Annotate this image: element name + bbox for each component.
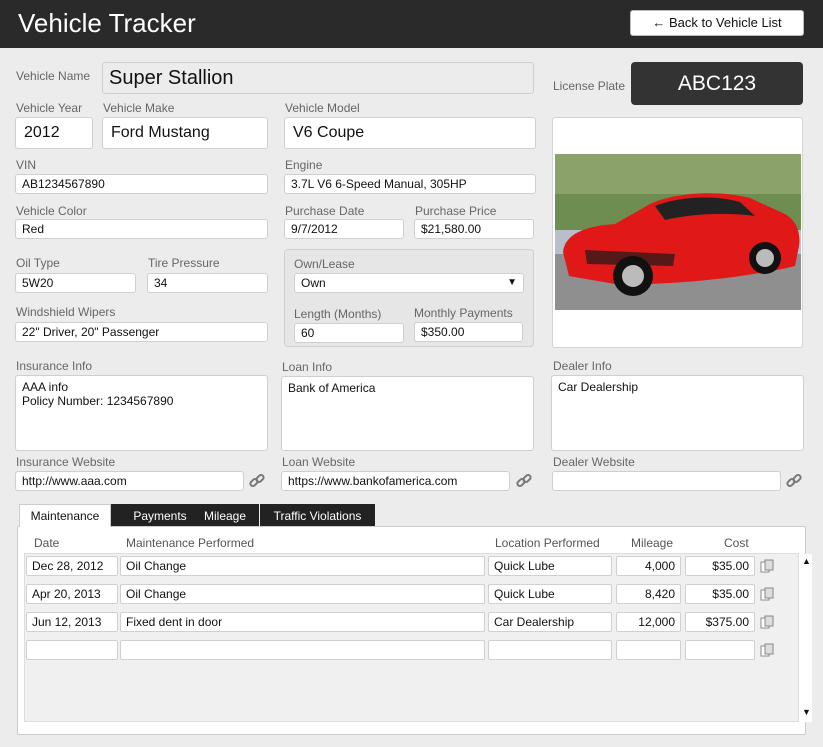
vehicle-make-label: Vehicle Make [103, 101, 175, 115]
vehicle-name-label: Vehicle Name [16, 69, 91, 83]
cell-maintenance[interactable]: Oil Change [120, 584, 485, 604]
cell-maintenance[interactable]: Fixed dent in door [120, 612, 485, 632]
maintenance-grid [24, 553, 799, 722]
cell-date[interactable]: Dec 28, 2012 [26, 556, 118, 576]
vehicle-model-field[interactable]: V6 Coupe [284, 117, 536, 149]
cell-mileage[interactable]: 12,000 [616, 612, 681, 632]
vehicle-photo [555, 154, 801, 310]
loan-info-textarea[interactable]: Bank of America [281, 376, 534, 451]
cell-location[interactable] [488, 640, 612, 660]
lease-length-field[interactable]: 60 [294, 323, 404, 343]
tab-mileage[interactable]: Mileage [191, 504, 259, 526]
cell-cost[interactable]: $35.00 [685, 584, 755, 604]
dealer-info-label: Dealer Info [553, 359, 612, 373]
vehicle-name-field[interactable]: Super Stallion [102, 62, 534, 94]
cell-date[interactable]: Apr 20, 2013 [26, 584, 118, 604]
cell-cost[interactable] [685, 640, 755, 660]
copy-row-icon[interactable] [760, 559, 774, 573]
purchase-date-field[interactable]: 9/7/2012 [284, 219, 404, 239]
vin-label: VIN [16, 158, 37, 172]
oil-type-label: Oil Type [16, 256, 60, 270]
col-header-mileage[interactable]: Mileage [631, 536, 673, 550]
vehicle-photo-frame [552, 117, 803, 348]
cell-maintenance[interactable]: Oil Change [120, 556, 485, 576]
purchase-price-field[interactable]: $21,580.00 [414, 219, 534, 239]
own-lease-value: Own [301, 276, 326, 290]
insurance-website-field[interactable]: http://www.aaa.com [15, 471, 244, 491]
monthly-payments-label: Monthly Payments [414, 306, 513, 320]
cell-mileage[interactable] [616, 640, 681, 660]
col-header-cost[interactable]: Cost [724, 536, 749, 550]
cell-location[interactable]: Car Dealership [488, 612, 612, 632]
tire-pressure-field[interactable]: 34 [147, 273, 268, 293]
windshield-wipers-field[interactable]: 22" Driver, 20" Passenger [15, 322, 268, 342]
cell-cost[interactable]: $35.00 [685, 556, 755, 576]
app-title: Vehicle Tracker [18, 8, 196, 38]
tab-traffic-violations[interactable]: Traffic Violations [260, 504, 375, 526]
insurance-link-icon[interactable] [248, 472, 266, 490]
loan-website-field[interactable]: https://www.bankofamerica.com [281, 471, 510, 491]
cell-maintenance[interactable] [120, 640, 485, 660]
license-plate-field[interactable]: ABC123 [631, 62, 803, 105]
col-header-date[interactable]: Date [34, 536, 59, 550]
vehicle-make-field[interactable]: Ford Mustang [102, 117, 268, 149]
insurance-info-label: Insurance Info [16, 359, 93, 373]
vehicle-model-label: Vehicle Model [285, 101, 360, 115]
cell-date[interactable] [26, 640, 118, 660]
insurance-website-label: Insurance Website [16, 455, 116, 469]
own-lease-label: Own/Lease [294, 257, 355, 271]
tab-maintenance[interactable]: Maintenance [19, 504, 111, 527]
cell-date[interactable]: Jun 12, 2013 [26, 612, 118, 632]
tire-pressure-label: Tire Pressure [148, 256, 220, 270]
col-header-maintenance[interactable]: Maintenance Performed [126, 536, 254, 550]
cell-cost[interactable]: $375.00 [685, 612, 755, 632]
own-lease-select[interactable]: Own ▼ [294, 273, 524, 293]
dealer-website-label: Dealer Website [553, 455, 635, 469]
cell-mileage[interactable]: 8,420 [616, 584, 681, 604]
copy-row-icon[interactable] [760, 643, 774, 657]
scroll-up-icon[interactable]: ▲ [802, 556, 811, 566]
grid-scrollbar[interactable]: ▲ ▼ [798, 554, 812, 722]
cell-location[interactable]: Quick Lube [488, 556, 612, 576]
dealer-link-icon[interactable] [785, 472, 803, 490]
app-header: Vehicle Tracker ← Back to Vehicle List [0, 0, 823, 48]
cell-location[interactable]: Quick Lube [488, 584, 612, 604]
oil-type-field[interactable]: 5W20 [15, 273, 136, 293]
vehicle-year-label: Vehicle Year [16, 101, 83, 115]
vehicle-color-label: Vehicle Color [16, 204, 87, 218]
dropdown-arrow-icon: ▼ [507, 277, 517, 288]
monthly-payments-field[interactable]: $350.00 [414, 322, 523, 342]
vehicle-year-field[interactable]: 2012 [15, 117, 93, 149]
vin-field[interactable]: AB1234567890 [15, 174, 268, 194]
copy-row-icon[interactable] [760, 615, 774, 629]
engine-label: Engine [285, 158, 323, 172]
lease-length-label: Length (Months) [294, 307, 382, 321]
dealer-website-field[interactable] [552, 471, 781, 491]
license-plate-label: License Plate [553, 79, 626, 93]
loan-link-icon[interactable] [515, 472, 533, 490]
loan-info-label: Loan Info [282, 360, 333, 374]
back-to-list-button[interactable]: ← Back to Vehicle List [630, 10, 804, 36]
dealer-info-textarea[interactable]: Car Dealership [551, 375, 804, 451]
purchase-price-label: Purchase Price [415, 204, 497, 218]
copy-row-icon[interactable] [760, 587, 774, 601]
insurance-info-textarea[interactable]: AAA info Policy Number: 1234567890 [15, 375, 268, 451]
windshield-wipers-label: Windshield Wipers [16, 305, 116, 319]
cell-mileage[interactable]: 4,000 [616, 556, 681, 576]
purchase-date-label: Purchase Date [285, 204, 365, 218]
vehicle-color-field[interactable]: Red [15, 219, 268, 239]
col-header-location[interactable]: Location Performed [495, 536, 600, 550]
scroll-down-icon[interactable]: ▼ [802, 707, 811, 717]
own-lease-panel: Own/Lease Own ▼ Length (Months) 60 Month… [284, 249, 534, 347]
loan-website-label: Loan Website [282, 455, 356, 469]
maintenance-panel: Date Maintenance Performed Location Perf… [17, 526, 812, 735]
engine-field[interactable]: 3.7L V6 6-Speed Manual, 305HP [284, 174, 536, 194]
